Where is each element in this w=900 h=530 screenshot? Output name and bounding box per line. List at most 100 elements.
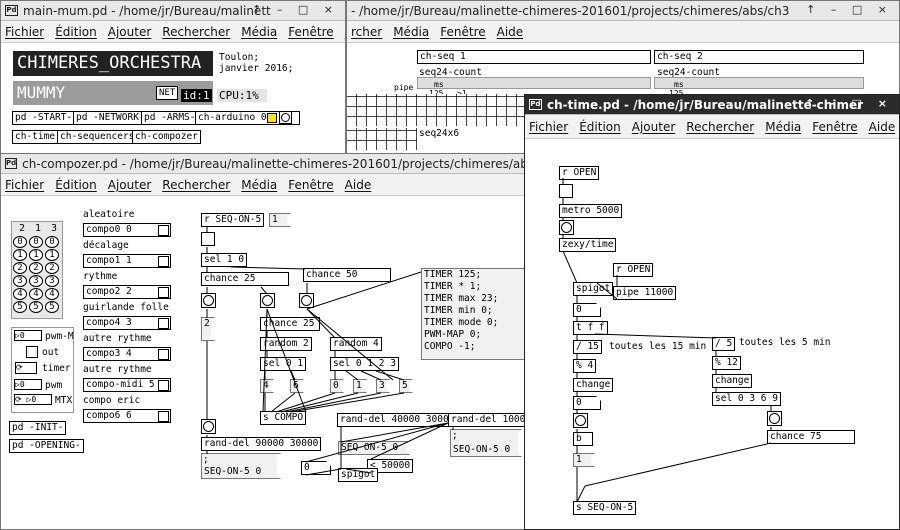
menu-fichier[interactable]: Fichier [5,25,44,39]
ch-time-object[interactable]: ch-time [12,130,59,144]
menu-rechercher-3[interactable]: Rechercher [162,178,230,192]
timer-message[interactable]: TIMER 125; TIMER * 1; TIMER max 23; TIME… [421,268,529,360]
zexy-time[interactable]: zexy/time [559,238,617,252]
r-seq-on-5[interactable]: r SEQ-ON-5 [201,213,265,227]
chance-25-a[interactable]: chance 25 [201,272,289,286]
chance-75[interactable]: chance 75 [767,430,855,444]
rand-del-90000[interactable]: rand-del 90000 30000 [201,437,322,451]
seq-titlebar[interactable]: - /home/jr/Bureau/malinette-chimeres-201… [347,1,899,21]
pipe-11000[interactable]: pipe 11000 [613,286,677,300]
timer-knob[interactable]: ⟳ [15,362,37,374]
div-15[interactable]: / 15 [573,340,602,354]
r-open-2[interactable]: r OPEN [613,263,654,277]
ch-time-window-controls[interactable]: ↑ – □ × [805,97,893,110]
mtx-toggle[interactable]: ⟳ ▷0 [14,394,52,405]
zero-number[interactable]: 0 [301,461,331,475]
matrix-cell[interactable]: 2 [13,262,27,274]
seq-on-msg-b[interactable]: SEQ-ON-5 0 [338,441,410,455]
toggle-a[interactable] [201,232,215,246]
menu-media-3[interactable]: Média [241,178,277,192]
mod-12[interactable]: % 12 [712,356,741,370]
bang-change[interactable] [573,413,588,428]
menu-aide-4[interactable]: Aide [869,120,896,134]
arduino-yellow-toggle[interactable] [267,113,277,123]
msg-1[interactable]: 1 [269,213,291,227]
menu-fenetre[interactable]: Fenêtre [288,25,333,39]
msg-3[interactable]: 3 [376,379,390,393]
pd-network-button[interactable]: pd -NETWORK- [73,111,148,125]
metro-5000[interactable]: metro 5000 [559,204,623,218]
menu-media-2[interactable]: Média [393,25,429,39]
matrix-cell[interactable]: 4 [45,288,59,300]
rand-del-10000[interactable]: rand-del 10000 [448,413,529,427]
compo-toggle[interactable] [158,256,169,267]
matrix-cell[interactable]: 0 [29,236,43,248]
matrix-cell[interactable]: 2 [29,262,43,274]
pd-arms-button[interactable]: pd -ARMS- [141,111,199,125]
chance-25-b[interactable]: chance 25 [260,317,320,331]
compo-toggle[interactable] [158,318,169,329]
out-bang[interactable] [26,346,38,358]
matrix-cell[interactable]: 0 [45,236,59,248]
matrix-cell[interactable]: 1 [13,249,27,261]
ch-time-titlebar[interactable]: Pd ch-time.pd - /home/jr/Bureau/malinett… [525,95,899,115]
menu-ajouter[interactable]: Ajouter [108,25,152,39]
main-mum-titlebar[interactable]: Pd main-mum.pd - /home/jr/Bureau/malinet… [1,1,345,21]
menu-rechercher-4[interactable]: Rechercher [686,120,754,134]
ch-compozer-object[interactable]: ch-compozer [132,130,201,144]
bang-d[interactable] [201,419,216,434]
radio-matrix[interactable]: 2 1 3 000111222333444555 [11,221,63,319]
menu-fenetre-2[interactable]: Fenêtre [440,25,485,39]
spigot-comp[interactable]: spigot [338,468,379,482]
msg-4[interactable]: 4 [260,379,274,393]
menu-aide-3[interactable]: Aide [345,178,372,192]
menu-fichier-4[interactable]: Fichier [529,120,568,134]
pd-init-object[interactable]: pd -INIT- [9,421,67,435]
number-0[interactable]: 0 [573,303,601,317]
bang-a[interactable] [201,293,216,308]
toggle-open[interactable] [559,184,573,198]
msg-1b[interactable]: 1 [353,379,367,393]
menu-fenetre-4[interactable]: Fenêtre [812,120,857,134]
change[interactable]: change [573,378,614,392]
matrix-cell[interactable]: 5 [29,301,43,313]
sel-0-1[interactable]: sel 0 1 [260,357,307,371]
matrix-cell[interactable]: 1 [29,249,43,261]
bang-c[interactable] [299,293,314,308]
r-open[interactable]: r OPEN [559,166,600,180]
menu-edition-3[interactable]: Édition [55,178,97,192]
seq-grid-area[interactable] [347,94,525,126]
menu-ajouter-3[interactable]: Ajouter [108,178,152,192]
s-seq-on-5[interactable]: s SEQ-ON-5 [573,501,637,515]
pwm-m-toggle[interactable]: ▷0 [14,330,42,341]
bang-metro[interactable] [559,220,574,235]
matrix-cell[interactable]: 4 [13,288,27,300]
pwm-toggle[interactable]: ▷0 [14,379,42,390]
menu-fichier-3[interactable]: Fichier [5,178,44,192]
random-4[interactable]: random 4 [330,337,382,351]
menu-media[interactable]: Média [241,25,277,39]
number-0b[interactable]: 0 [573,396,601,410]
menu-edition[interactable]: Édition [55,25,97,39]
ch-seq2-object[interactable]: ch-seq 2 [654,50,864,64]
pd-opening-object[interactable]: pd -OPENING- [9,439,84,453]
pd-start-button[interactable]: pd -START- [12,111,76,125]
seq-on-msg-c[interactable]: SEQ-ON-5 0 [450,429,522,457]
compo-toggle[interactable] [158,349,169,360]
bang-b[interactable] [260,293,275,308]
compo-toggle[interactable] [158,380,169,391]
matrix-cell[interactable]: 5 [13,301,27,313]
compozer-titlebar[interactable]: Pd ch-compozer.pd - /home/jr/Bureau/mali… [1,154,529,174]
menu-aide-2[interactable]: Aide [497,25,524,39]
seq-window-controls[interactable]: ↑ – □ × [806,3,893,16]
compo-toggle[interactable] [158,287,169,298]
mod-4[interactable]: % 4 [573,359,597,373]
random-2[interactable]: random 2 [260,337,312,351]
ch-seq1-object[interactable]: ch-seq 1 [417,50,651,64]
msg-one[interactable]: 1 [573,453,595,467]
change-2[interactable]: change [712,374,753,388]
matrix-cell[interactable]: 3 [45,275,59,287]
s-compo[interactable]: s COMPO [260,411,307,425]
msg-5[interactable]: 5 [399,379,413,393]
menu-rechercher-partial[interactable]: rcher [351,25,382,39]
